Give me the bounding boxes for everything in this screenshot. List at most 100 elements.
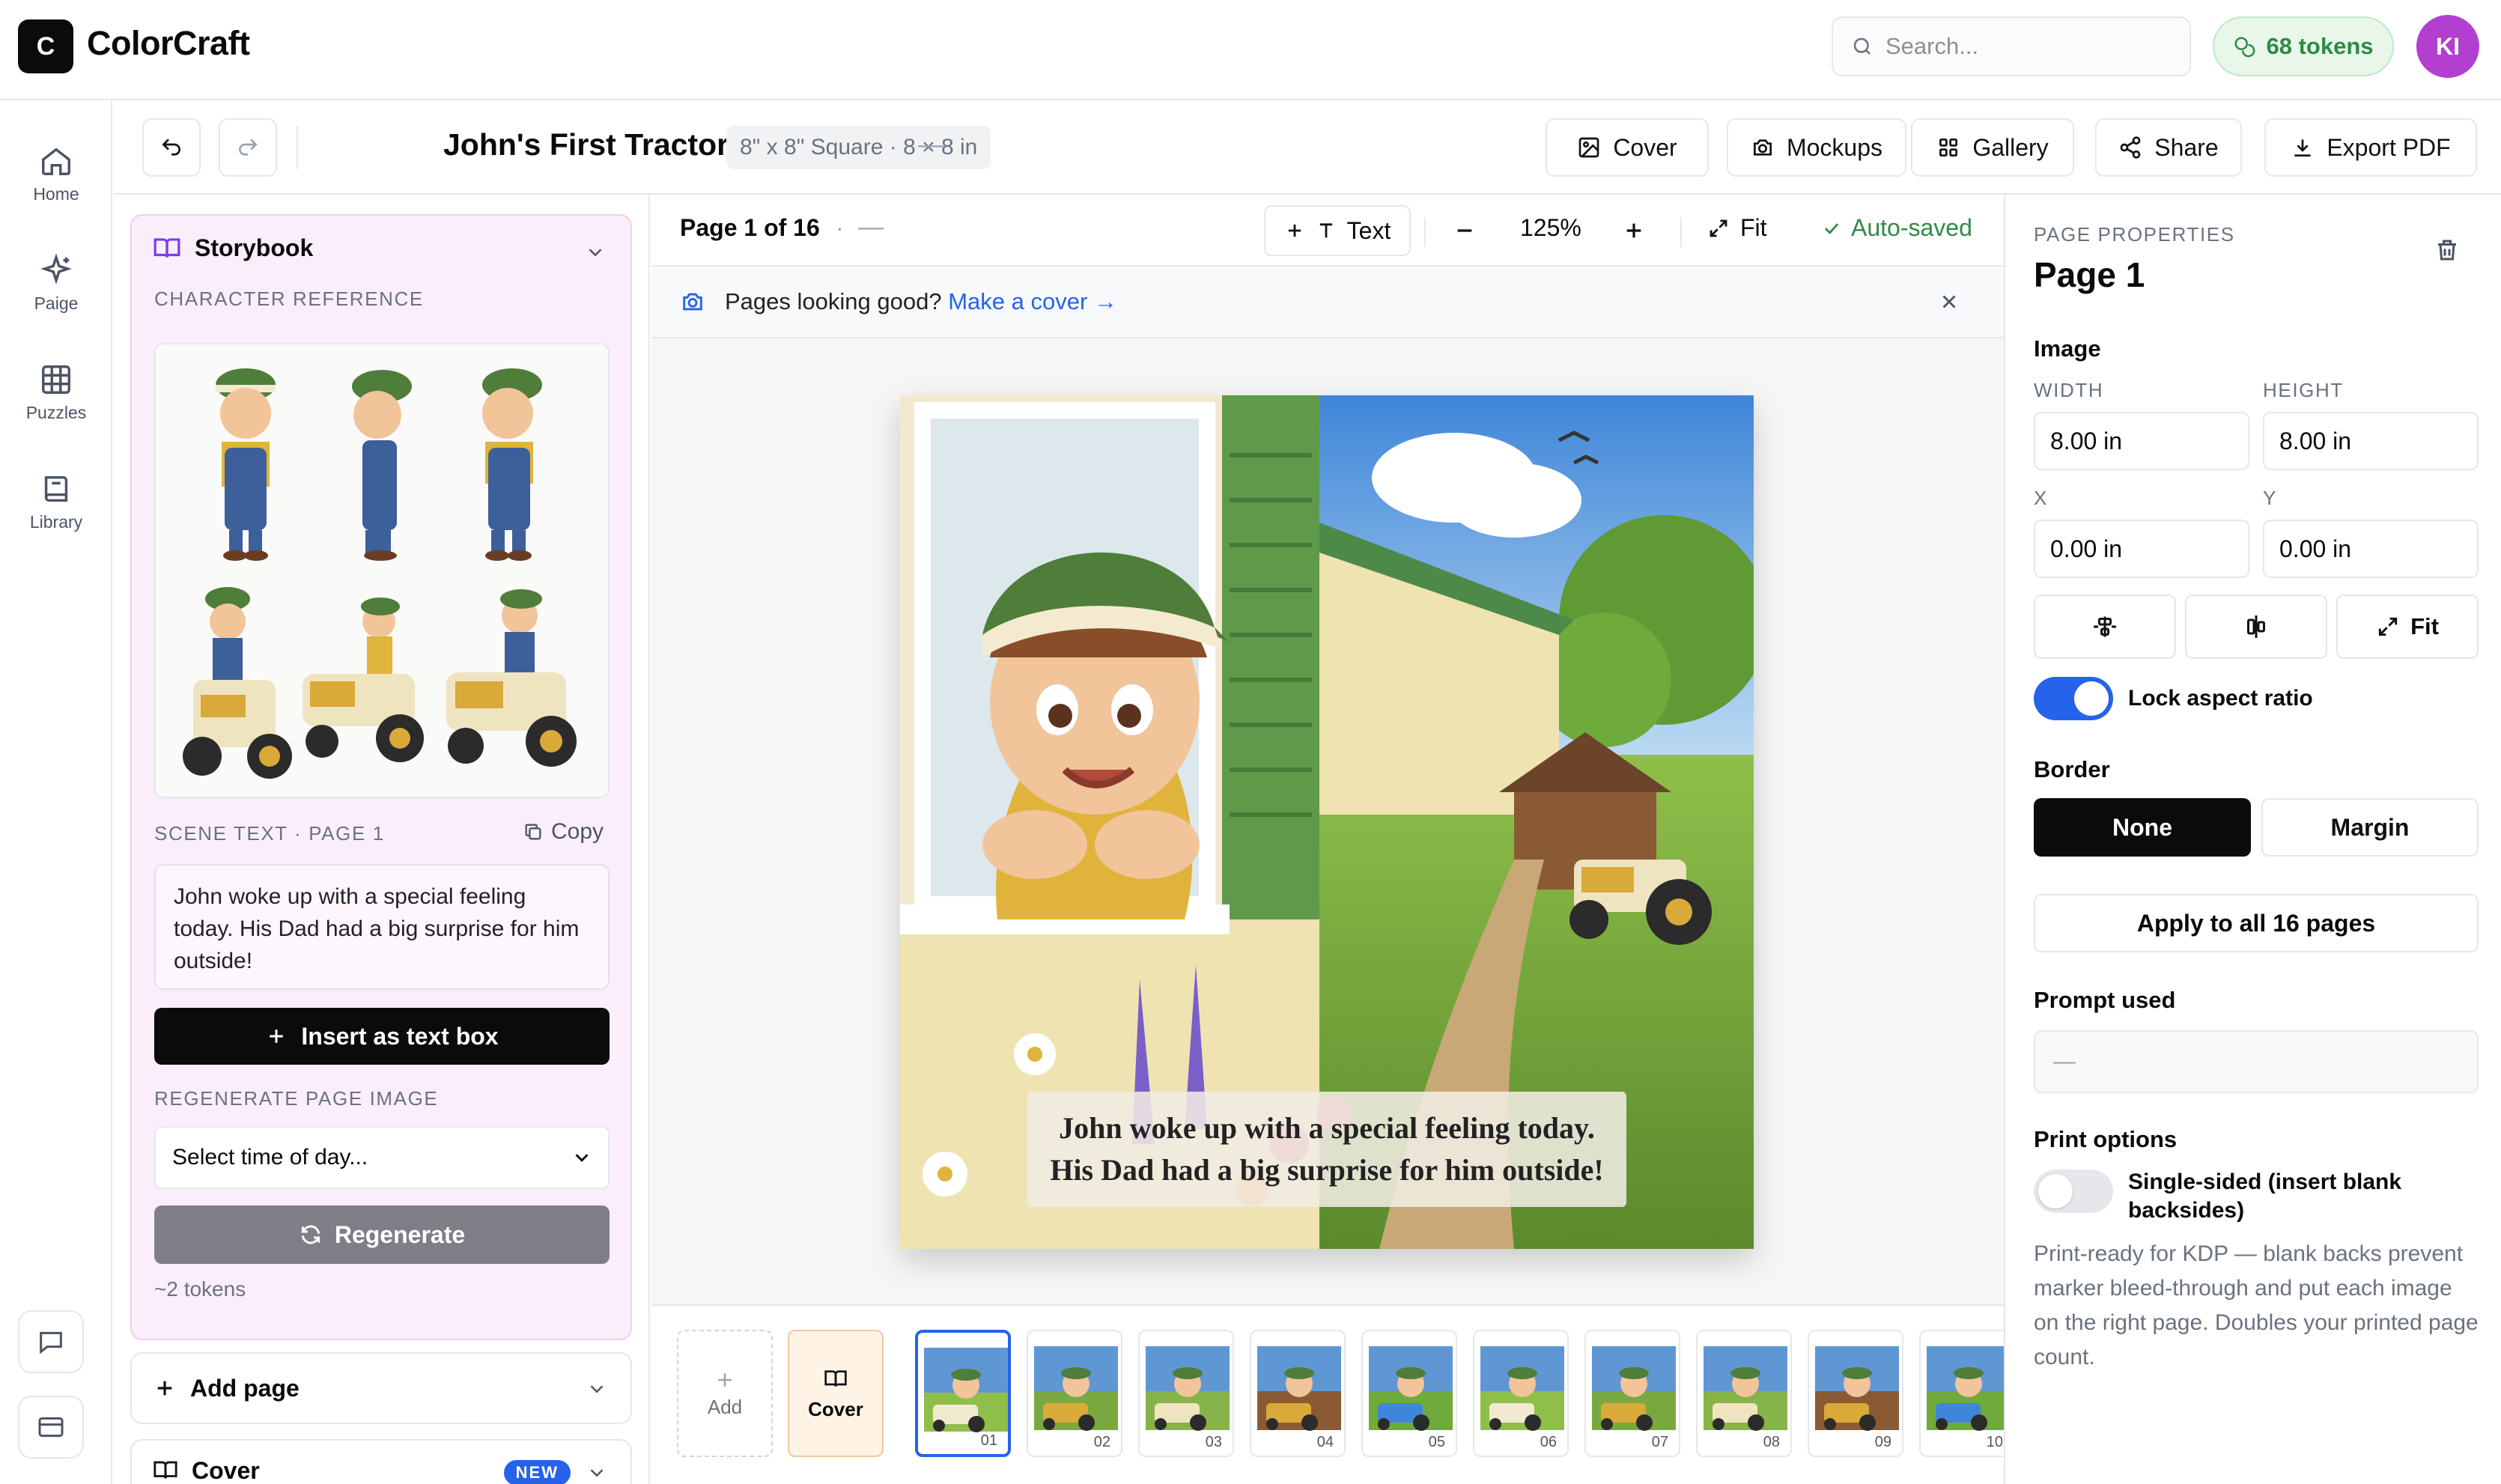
canvas-area: Page 1 of 16 · — Text 125% Fit Auto-save…	[651, 195, 2004, 1484]
nav-item-home[interactable]: Home	[0, 144, 112, 204]
lock-aspect-label: Lock aspect ratio	[2128, 686, 2313, 711]
page-thumb[interactable]: 02	[1027, 1330, 1122, 1457]
zoom-in-icon[interactable]	[1622, 219, 1646, 243]
fit-image-button[interactable]: Fit	[2336, 594, 2479, 659]
character-reference-image[interactable]	[154, 343, 610, 798]
coins-icon	[2233, 35, 2255, 58]
border-margin-option[interactable]: Margin	[2261, 798, 2479, 857]
align-center-horizontal-icon	[2243, 613, 2270, 640]
page-thumb-number: 05	[1425, 1434, 1448, 1451]
align-horizontal-center-button[interactable]	[2185, 594, 2327, 659]
billing-button[interactable]	[18, 1396, 84, 1459]
border-none-option[interactable]: None	[2034, 798, 2251, 857]
app-logo[interactable]: C	[18, 19, 73, 73]
home-icon	[39, 144, 73, 178]
plus-icon	[153, 1376, 177, 1400]
plus-icon	[1284, 220, 1305, 241]
undo-button[interactable]	[142, 118, 201, 177]
page-canvas[interactable]: John woke up with a special feeling toda…	[900, 395, 1754, 1249]
zoom-out-icon[interactable]	[1453, 219, 1477, 243]
page-dash: —	[858, 213, 884, 241]
storybook-header[interactable]: Storybook	[153, 234, 313, 262]
page-size-chip[interactable]: 8" x 8" Square · 8 × 8 in	[726, 126, 991, 169]
x-label: X	[2034, 487, 2048, 509]
trash-icon[interactable]	[2434, 237, 2461, 264]
plus-icon	[714, 1369, 736, 1391]
page-thumb[interactable]: 10	[1919, 1330, 2004, 1457]
refresh-icon	[299, 1223, 323, 1247]
align-vertical-center-button[interactable]	[2034, 594, 2176, 659]
expand-icon	[2376, 615, 2400, 639]
grid-icon	[1936, 136, 1960, 159]
align-center-vertical-icon	[2091, 613, 2118, 640]
page-thumb[interactable]: 09	[1808, 1330, 1903, 1457]
search-icon	[1851, 35, 1874, 58]
add-text-button[interactable]: Text	[1264, 205, 1411, 256]
page-thumb[interactable]: 08	[1696, 1330, 1792, 1457]
time-of-day-select[interactable]: Select time of day...	[154, 1126, 610, 1189]
width-field[interactable]: 8.00 in	[2034, 412, 2249, 470]
export-pdf-button[interactable]: Export PDF	[2264, 118, 2477, 177]
page-caption-textbox[interactable]: John woke up with a special feeling toda…	[1027, 1092, 1626, 1207]
zoom-level: 125%	[1520, 214, 1581, 241]
print-options-heading: Print options	[2034, 1126, 2178, 1152]
x-field[interactable]: 0.00 in	[2034, 520, 2249, 578]
document-title[interactable]: John's First Tractor	[443, 127, 729, 162]
cover-thumb[interactable]: Cover	[788, 1330, 884, 1457]
lock-aspect-toggle[interactable]	[2034, 677, 2113, 720]
storybook-card: Storybook CHARACTER REFERENCE SCENE TEXT…	[130, 214, 632, 1340]
camera-icon	[1751, 136, 1775, 159]
single-sided-toggle[interactable]	[2034, 1170, 2113, 1213]
nav-item-paige[interactable]: Paige	[0, 253, 112, 314]
page-thumb[interactable]: 01	[915, 1330, 1011, 1457]
page-thumb[interactable]: 05	[1361, 1330, 1457, 1457]
add-page-section[interactable]: Add page	[130, 1352, 632, 1424]
text-icon	[1316, 220, 1337, 241]
share-button[interactable]: Share	[2095, 118, 2242, 177]
chat-button[interactable]	[18, 1310, 84, 1373]
make-cover-link[interactable]: Make a cover →	[948, 288, 1117, 314]
storybook-panel: Storybook CHARACTER REFERENCE SCENE TEXT…	[114, 195, 650, 1484]
avatar[interactable]: KI	[2416, 15, 2479, 78]
height-field[interactable]: 8.00 in	[2263, 412, 2479, 470]
nav-item-puzzles[interactable]: Puzzles	[0, 362, 112, 423]
share-icon	[2118, 136, 2142, 159]
close-icon[interactable]	[1938, 291, 1960, 313]
nav-item-library[interactable]: Library	[0, 472, 112, 532]
chevron-down-icon	[571, 1146, 593, 1169]
chat-icon	[36, 1327, 66, 1357]
page-thumb-number: 06	[1537, 1434, 1560, 1451]
page-thumbnail-strip: Add Cover 01 02 03 04 05 06 07 08 09 10	[651, 1304, 2004, 1484]
page-thumb[interactable]: 06	[1473, 1330, 1569, 1457]
page-thumb-number: 04	[1313, 1434, 1337, 1451]
insert-text-box-button[interactable]: Insert as text box	[154, 1008, 610, 1065]
redo-button[interactable]	[219, 118, 277, 177]
page-thumb[interactable]: 07	[1584, 1330, 1680, 1457]
redo-icon	[236, 136, 260, 159]
apply-all-pages-button[interactable]: Apply to all 16 pages	[2034, 894, 2479, 952]
copy-button[interactable]: Copy	[523, 819, 604, 845]
pagebar-divider	[1680, 217, 1682, 247]
add-page-thumb[interactable]: Add	[677, 1330, 773, 1457]
search-input[interactable]: Search...	[1832, 16, 2191, 76]
chevron-down-icon	[586, 1378, 608, 1400]
pagebar-divider	[1424, 217, 1426, 247]
gallery-button[interactable]: Gallery	[1911, 118, 2074, 177]
grid-icon	[39, 362, 73, 397]
mockups-button[interactable]: Mockups	[1727, 118, 1906, 177]
chevron-down-icon	[586, 1462, 608, 1484]
scene-text-box[interactable]: John woke up with a special feeling toda…	[154, 864, 610, 990]
page-thumb-number: 01	[977, 1432, 1000, 1450]
image-icon	[1577, 136, 1601, 159]
token-balance[interactable]: 68 tokens	[2213, 16, 2394, 76]
chevron-up-icon[interactable]	[584, 241, 607, 264]
page-thumb[interactable]: 03	[1138, 1330, 1234, 1457]
cover-button[interactable]: Cover	[1546, 118, 1709, 177]
cover-section[interactable]: Cover NEW	[130, 1439, 632, 1484]
expand-icon	[1707, 217, 1730, 240]
page-thumb[interactable]: 04	[1250, 1330, 1346, 1457]
fit-button[interactable]: Fit	[1707, 214, 1767, 242]
y-field[interactable]: 0.00 in	[2263, 520, 2479, 578]
camera-icon	[680, 289, 705, 314]
regenerate-button[interactable]: Regenerate	[154, 1205, 610, 1264]
